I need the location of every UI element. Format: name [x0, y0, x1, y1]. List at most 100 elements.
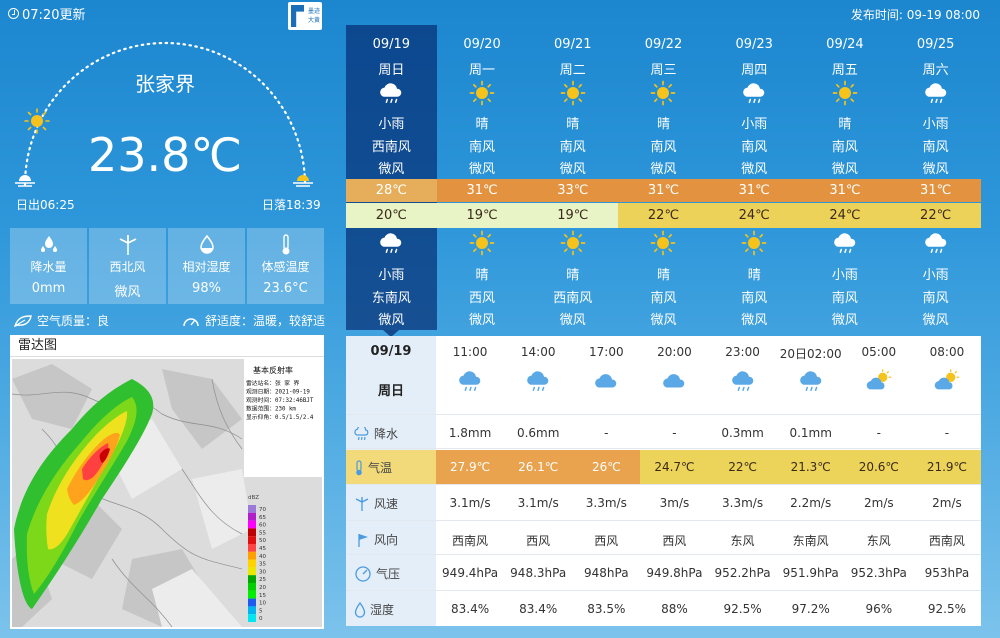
row-label-text: 风向 — [374, 533, 399, 547]
radar-info-line: 雷达站名：张 家 界 — [246, 379, 300, 387]
forecast-day-09-24[interactable]: 09/24 周五 晴 南风 微风 小雨 南风 微风 — [800, 25, 891, 330]
radar-scale-value: 0 — [259, 616, 263, 622]
hourly-value: 83.4% — [519, 602, 558, 616]
hourly-value: - — [944, 426, 950, 440]
hourly-temperature: 21.9℃ — [912, 450, 981, 484]
hourly-value: 东风 — [730, 534, 755, 548]
forecast-day-09-23[interactable]: 09/23 周四 小雨 南风 微风 晴 南风 微风 — [709, 25, 800, 330]
hourly-time: 20:00 — [657, 345, 692, 359]
radar-scale-swatch — [248, 528, 256, 537]
hourly-row-label: 风向 — [354, 531, 398, 548]
hourly-row-label: 降水 — [354, 425, 398, 442]
radar-scale-unit: dBZ — [248, 495, 259, 501]
forecast-night-wind-direction: 东南风 — [371, 291, 411, 306]
hourly-time: 17:00 — [589, 345, 624, 359]
hourly-value: 东风 — [866, 534, 891, 548]
forecast-day-wind-level: 微风 — [831, 162, 858, 177]
forecast-high-temp: 31℃ — [890, 179, 981, 202]
sun-icon — [437, 80, 528, 110]
row-label-text: 湿度 — [370, 603, 395, 617]
sun-icon — [618, 230, 709, 260]
forecast-high-temp: 31℃ — [618, 179, 709, 202]
hourly-value: 2m/s — [864, 496, 894, 510]
hourly-value: 83.4% — [451, 602, 490, 616]
forecast-day-weather: 晴 — [566, 117, 580, 132]
hourly-row-label: 风速 — [354, 495, 398, 512]
forecast-high-temp: 33℃ — [527, 179, 619, 202]
wind-turbine-icon — [354, 496, 370, 512]
radar-scale-swatch — [248, 559, 256, 568]
cloud-icon — [640, 368, 708, 397]
pressure-gauge-icon — [354, 565, 372, 582]
hourly-value: 96% — [865, 602, 893, 616]
forecast-day-wind-direction: 南风 — [650, 140, 677, 155]
forecast-day-wind-direction: 南风 — [831, 140, 858, 155]
humidity-drop-icon — [354, 601, 366, 618]
radar-scale-value: 25 — [259, 577, 266, 583]
forecast-date: 09/25 — [916, 37, 955, 52]
forecast-day-wind-level: 微风 — [559, 162, 586, 177]
forecast-day-wind-level: 微风 — [650, 162, 677, 177]
hourly-value: 东南风 — [792, 534, 829, 548]
hourly-value: 西风 — [594, 534, 619, 548]
radar-scale-swatch — [248, 575, 256, 583]
partly-cloudy-icon — [913, 368, 981, 397]
forecast-day-wind-direction: 南风 — [922, 140, 949, 155]
radar-scale-swatch — [248, 544, 256, 552]
sun-icon — [800, 80, 891, 110]
seven-day-forecast: 09/19 周日 小雨 西南风 微风 小雨 东南风 微风 09/20 周一 晴 南… — [346, 25, 981, 330]
stat-value: 微风 — [114, 285, 141, 300]
radar-info-line: 观测日期：2021-09-19 — [246, 388, 310, 396]
forecast-date: 09/21 — [554, 37, 592, 52]
forecast-day-09-22[interactable]: 09/22 周三 晴 南风 微风 晴 南风 微风 — [618, 25, 709, 330]
stat-label: 相对湿度 — [182, 260, 231, 274]
hourly-value: 2m/s — [932, 496, 962, 510]
radar-scale-swatch — [248, 551, 256, 560]
forecast-day-wind-direction: 南风 — [559, 140, 586, 155]
forecast-night-weather: 晴 — [475, 268, 489, 283]
logo: 墨迹大黄 — [288, 2, 322, 30]
forecast-date: 09/20 — [463, 37, 501, 52]
row-divider — [346, 448, 981, 449]
radar-scale-value: 20 — [259, 585, 266, 591]
stat-precipitation: 降水量 0mm — [10, 228, 87, 304]
forecast-day-09-21[interactable]: 09/21 周二 晴 南风 微风 晴 西南风 微风 — [527, 25, 618, 330]
water-drops-icon — [40, 236, 57, 252]
stat-feels-like: 体感温度 23.6°C — [247, 228, 324, 304]
radar-scale-value: 65 — [259, 515, 266, 521]
radar-scale-swatch — [248, 590, 256, 599]
hourly-time: 23:00 — [725, 345, 760, 359]
row-divider — [346, 484, 981, 485]
forecast-low-temp: 22℃ — [618, 203, 709, 228]
radar-map[interactable]: 基本反射率 雷达站名：张 家 界观测日期：2021-09-19观测时间：07:3… — [12, 359, 322, 627]
forecast-day-09-19[interactable]: 09/19 周日 小雨 西南风 微风 小雨 东南风 微风 — [346, 25, 437, 330]
forecast-weekday: 周二 — [559, 63, 586, 78]
forecast-weekday: 周四 — [741, 63, 768, 78]
wind-direction-icon — [354, 532, 370, 548]
forecast-night-weather: 晴 — [656, 268, 670, 283]
forecast-day-weather: 晴 — [838, 117, 852, 132]
gauge-icon — [183, 318, 199, 327]
forecast-night-weather: 小雨 — [831, 268, 858, 283]
low-temperature-row: 20℃ 19℃ 19℃ 22℃ 24℃ 24℃ 22℃ — [346, 203, 981, 228]
hourly-temperature-band: 27.9℃ 26.1℃ 26℃ 24.7℃ 22℃ 21.3℃ 20.6℃ 21.9℃ — [436, 450, 981, 484]
hourly-temperature: 26℃ — [572, 450, 641, 484]
forecast-day-09-20[interactable]: 09/20 周一 晴 南风 微风 晴 西风 微风 — [437, 25, 528, 330]
wind-turbine-icon — [119, 235, 136, 255]
hourly-value: 92.5% — [723, 602, 762, 616]
radar-scale-value: 40 — [259, 554, 266, 560]
sunset-time: 日落18:39 — [262, 198, 321, 212]
stat-value: 0mm — [31, 281, 66, 296]
forecast-day-weather: 晴 — [475, 117, 489, 132]
hourly-value: 西风 — [526, 534, 551, 548]
hourly-value: 83.5% — [587, 602, 626, 616]
stat-value: 98% — [192, 281, 221, 296]
radar-scale-swatch — [248, 614, 256, 622]
hourly-forecast-panel: 09/19 周日 11:00 14:00 17:00 20:00 23:00 20日02:… — [346, 336, 981, 626]
hourly-value: 948.3hPa — [510, 566, 567, 580]
hourly-value: 西南风 — [452, 534, 489, 548]
cloud-rain-icon — [346, 230, 437, 260]
forecast-day-09-25[interactable]: 09/25 周六 小雨 南风 微风 小雨 南风 微风 — [890, 25, 981, 330]
sun-icon — [709, 230, 800, 260]
radar-scale-value: 35 — [259, 562, 266, 568]
